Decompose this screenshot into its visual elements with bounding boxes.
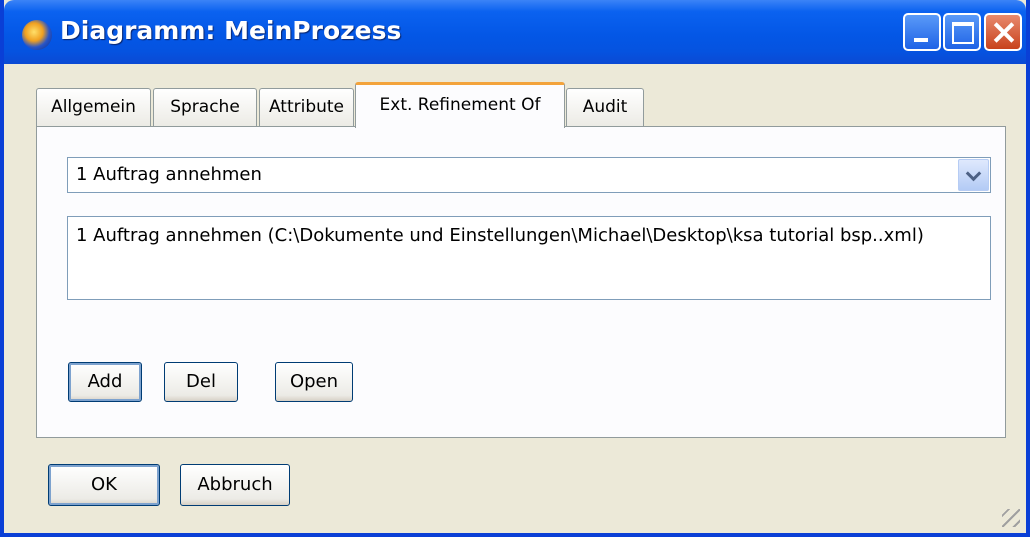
tab-audit[interactable]: Audit — [566, 88, 644, 126]
dialog-window: Diagramm: MeinProzess Allgemein Sprache … — [0, 0, 1030, 537]
cancel-button[interactable]: Abbruch — [180, 464, 290, 506]
tab-attribute[interactable]: Attribute — [259, 88, 354, 126]
app-icon — [22, 20, 52, 50]
close-icon[interactable] — [984, 13, 1022, 51]
refinement-dropdown[interactable]: 1 Auftrag annehmen — [67, 157, 991, 193]
chevron-down-icon[interactable] — [958, 159, 989, 191]
dropdown-value: 1 Auftrag annehmen — [76, 164, 262, 185]
tab-ext-refinement-of[interactable]: Ext. Refinement Of — [355, 82, 565, 128]
maximize-icon[interactable] — [943, 13, 981, 51]
title-bar[interactable]: Diagramm: MeinProzess — [4, 0, 1026, 64]
tab-sprache[interactable]: Sprache — [153, 88, 257, 126]
list-item[interactable]: 1 Auftrag annehmen (C:\Dokumente und Ein… — [76, 225, 990, 246]
resize-grip-icon[interactable] — [1002, 509, 1020, 527]
open-button[interactable]: Open — [275, 362, 353, 402]
minimize-icon[interactable] — [903, 13, 941, 51]
refinement-list[interactable]: 1 Auftrag annehmen (C:\Dokumente und Ein… — [67, 216, 991, 300]
window-title: Diagramm: MeinProzess — [60, 16, 402, 45]
del-button[interactable]: Del — [164, 362, 238, 402]
add-button[interactable]: Add — [68, 362, 142, 402]
ok-button[interactable]: OK — [48, 464, 160, 506]
tab-allgemein[interactable]: Allgemein — [36, 88, 151, 126]
